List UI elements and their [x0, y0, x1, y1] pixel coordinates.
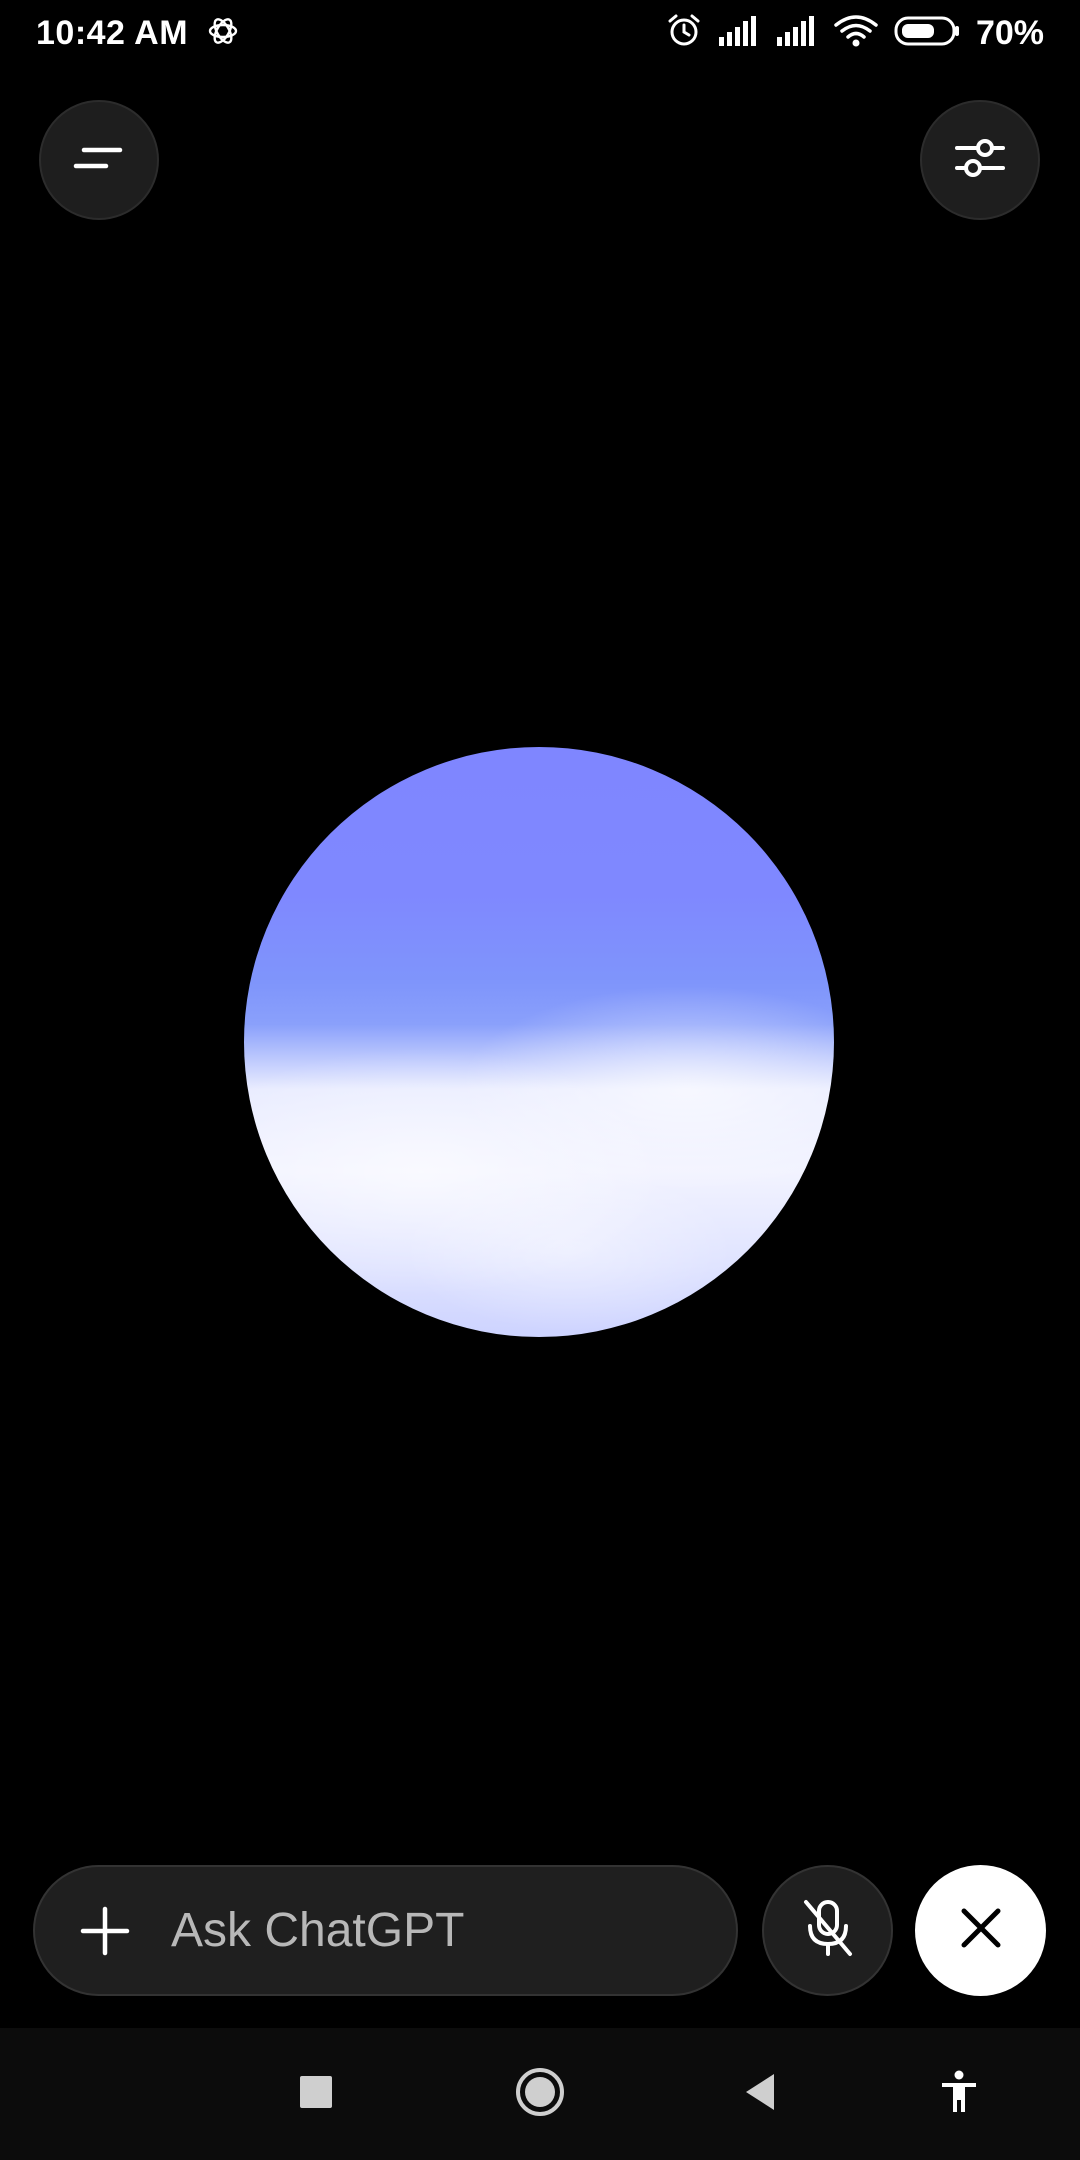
chatgpt-logo-icon: [206, 14, 240, 53]
voice-orb: [244, 747, 834, 1337]
mute-mic-button[interactable]: [762, 1865, 893, 1996]
accessibility-icon: [939, 2070, 979, 2119]
end-voice-button[interactable]: [915, 1865, 1046, 1996]
battery-icon: [894, 15, 960, 52]
status-time: 10:42 AM: [36, 13, 189, 52]
close-icon: [959, 1906, 1003, 1955]
status-left: 10:42 AM: [36, 14, 240, 53]
signal-icon: [776, 15, 818, 52]
accessibility-button[interactable]: [923, 2058, 995, 2130]
status-right: 70%: [650, 13, 1044, 54]
ask-input-placeholder[interactable]: Ask ChatGPT: [171, 1903, 464, 1958]
voice-mode-screen: 10:42 AM 70% Ask ChatGPT: [0, 0, 1080, 2160]
recents-icon: [298, 2074, 334, 2115]
battery-percent: 70%: [975, 13, 1044, 52]
home-button[interactable]: [504, 2058, 576, 2130]
voice-settings-button[interactable]: [920, 100, 1040, 220]
ask-input-bar[interactable]: Ask ChatGPT: [33, 1865, 738, 1996]
menu-icon: [72, 140, 126, 181]
back-icon: [742, 2072, 778, 2117]
mic-off-icon: [800, 1896, 856, 1965]
plus-icon[interactable]: [75, 1901, 135, 1961]
sliders-icon: [953, 131, 1007, 190]
signal-icon: [718, 15, 760, 52]
back-button[interactable]: [724, 2058, 796, 2130]
status-bar: 10:42 AM 70%: [0, 0, 1080, 66]
recents-button[interactable]: [280, 2058, 352, 2130]
navigation-bar: [0, 2028, 1080, 2160]
alarm-icon: [666, 13, 702, 54]
home-icon: [514, 2066, 566, 2123]
wifi-icon: [834, 14, 878, 53]
menu-button[interactable]: [39, 100, 159, 220]
